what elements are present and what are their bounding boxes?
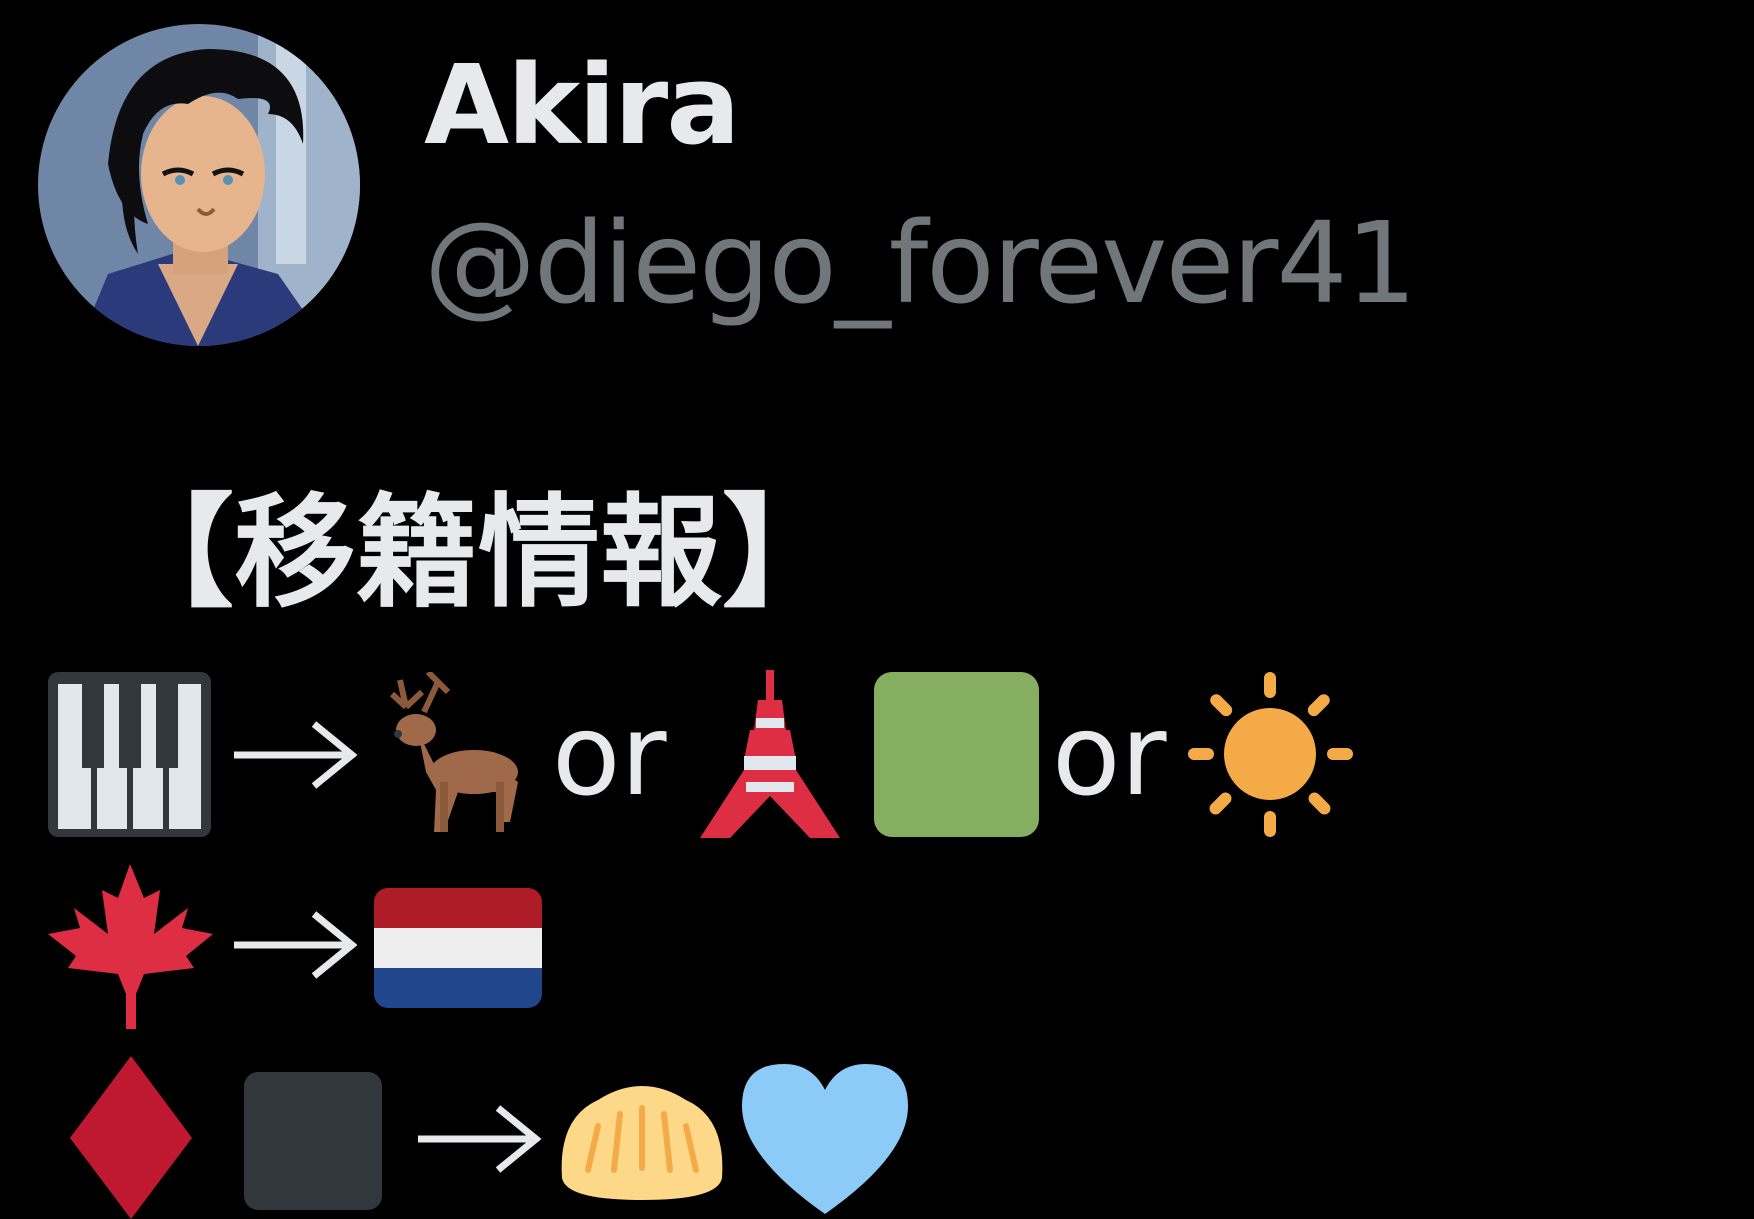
deer-icon xyxy=(389,672,518,832)
green-square-icon xyxy=(874,672,1039,837)
arrow-icon xyxy=(234,721,357,789)
avatar-image xyxy=(38,24,360,346)
tokyo-tower-icon xyxy=(700,670,840,838)
arrow-icon xyxy=(234,911,357,979)
dumpling-icon xyxy=(561,1086,723,1200)
post-heading: 【移籍情報】 xyxy=(112,482,844,624)
or-connector-1: or xyxy=(552,691,667,821)
netherlands-flag-icon xyxy=(374,888,542,1008)
or-connector-2: or xyxy=(1052,691,1167,821)
user-handle[interactable]: @diego_forever41 xyxy=(424,208,1417,320)
arrow-icon xyxy=(418,1105,541,1173)
avatar[interactable] xyxy=(38,24,360,346)
maple-leaf-icon xyxy=(48,864,213,1029)
black-square-icon xyxy=(244,1072,382,1210)
piano-icon xyxy=(48,672,211,837)
blue-heart-icon xyxy=(742,1064,908,1214)
display-name[interactable]: Akira xyxy=(424,50,740,160)
sun-icon xyxy=(1188,672,1353,837)
red-diamond-icon xyxy=(70,1056,192,1219)
